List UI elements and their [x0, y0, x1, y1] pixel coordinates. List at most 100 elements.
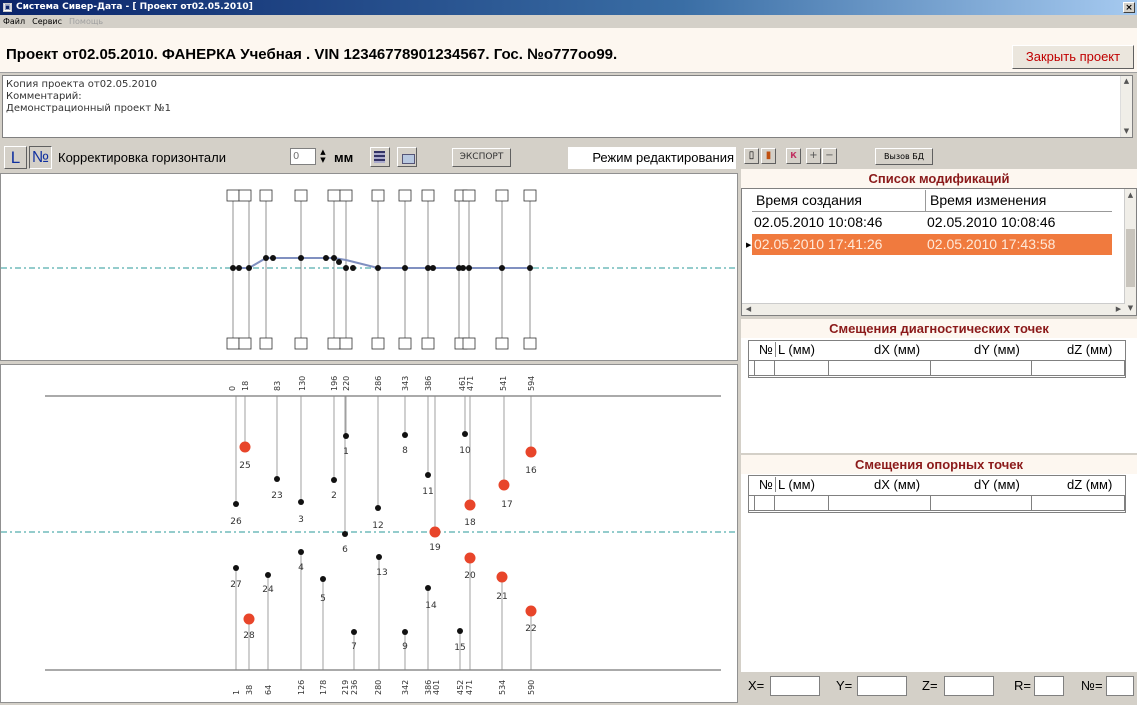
grid-cell[interactable] — [775, 495, 829, 511]
length-mode-button[interactable]: L — [4, 146, 27, 169]
side-point[interactable] — [246, 265, 252, 271]
scroll-up-icon[interactable]: ▲ — [1122, 77, 1131, 86]
diagnostic-point[interactable] — [375, 505, 381, 511]
diag-offsets-table[interactable]: № L (мм) dX (мм) dY (мм) dZ (мм) — [748, 340, 1126, 378]
side-point[interactable] — [336, 259, 342, 265]
new-doc-icon[interactable]: ▯ — [744, 148, 759, 164]
diagnostic-point[interactable] — [298, 499, 304, 505]
marker-box[interactable] — [339, 189, 353, 202]
modifications-hscroll[interactable]: ◀ ▶ — [742, 303, 1125, 315]
diagnostic-point[interactable] — [320, 576, 326, 582]
top-view-diagram[interactable]: 0 18 83 130 196 220 286 343 386 461 471 541 594 1 38 64… — [0, 364, 738, 703]
scroll-right-icon[interactable]: ▶ — [1114, 305, 1123, 314]
compare-icon[interactable]: К — [786, 148, 801, 164]
menu-help[interactable]: Помощь — [69, 17, 103, 26]
z-field[interactable] — [944, 676, 994, 696]
side-point[interactable] — [350, 265, 356, 271]
marker-box[interactable] — [421, 337, 435, 350]
marker-box[interactable] — [523, 189, 537, 202]
marker-box[interactable] — [226, 189, 240, 202]
diagnostic-point[interactable] — [265, 572, 271, 578]
side-point[interactable] — [527, 265, 533, 271]
diagnostic-point[interactable] — [376, 554, 382, 560]
side-point[interactable] — [499, 265, 505, 271]
side-point[interactable] — [298, 255, 304, 261]
scroll-left-icon[interactable]: ◀ — [744, 305, 753, 314]
top-view-canvas[interactable]: 0 18 83 130 196 220 286 343 386 461 471 541 5941 38 64… — [1, 365, 737, 702]
export-button[interactable]: ЭКСПОРТ — [452, 148, 511, 167]
grid-cell[interactable] — [931, 360, 1032, 376]
close-icon[interactable]: × — [1123, 2, 1135, 13]
side-point[interactable] — [331, 255, 337, 261]
side-point[interactable] — [263, 255, 269, 261]
close-project-button[interactable]: Закрыть проект — [1012, 45, 1134, 69]
modification-row-selected[interactable]: 02.05.2010 17:41:26 02.05.2010 17:43:58 — [752, 234, 1112, 255]
scroll-down-icon[interactable]: ▼ — [1122, 127, 1131, 136]
reference-point[interactable] — [496, 571, 508, 583]
side-point[interactable] — [402, 265, 408, 271]
grid-cell[interactable] — [775, 360, 829, 376]
menu-service[interactable]: Сервис — [32, 17, 62, 26]
side-view-canvas[interactable] — [1, 174, 737, 360]
reference-point[interactable] — [525, 446, 537, 458]
diagnostic-point[interactable] — [298, 549, 304, 555]
marker-box[interactable] — [523, 337, 537, 350]
side-point[interactable] — [323, 255, 329, 261]
grid-cell[interactable] — [829, 360, 931, 376]
marker-box[interactable] — [238, 189, 252, 202]
correction-input[interactable]: 0 — [290, 148, 316, 165]
project-comment-box[interactable]: Копия проекта от02.05.2010 Комментарий: … — [2, 75, 1133, 138]
reference-point[interactable] — [464, 552, 476, 564]
side-point[interactable] — [230, 265, 236, 271]
scroll-up-icon[interactable]: ▲ — [1126, 191, 1135, 200]
side-point[interactable] — [236, 265, 242, 271]
diagnostic-point[interactable] — [274, 476, 280, 482]
marker-box[interactable] — [339, 337, 353, 350]
grid-cell[interactable] — [1032, 495, 1125, 511]
grid-cell[interactable] — [1032, 360, 1125, 376]
diagnostic-point[interactable] — [342, 531, 348, 537]
diagnostic-point[interactable] — [233, 501, 239, 507]
modification-row[interactable]: 02.05.2010 10:08:46 02.05.2010 10:08:46 — [752, 212, 1112, 233]
marker-box[interactable] — [421, 189, 435, 202]
marker-box[interactable] — [398, 189, 412, 202]
marker-box[interactable] — [495, 189, 509, 202]
diagnostic-point[interactable] — [233, 565, 239, 571]
print-icon[interactable] — [397, 147, 417, 167]
marker-box[interactable] — [327, 189, 341, 202]
grid-cell[interactable] — [755, 495, 775, 511]
marker-box[interactable] — [462, 337, 476, 350]
scroll-thumb[interactable] — [1126, 229, 1135, 287]
diagnostic-point[interactable] — [425, 472, 431, 478]
side-point[interactable] — [270, 255, 276, 261]
side-point[interactable] — [460, 265, 466, 271]
copy-doc-icon[interactable]: ▮ — [761, 148, 776, 164]
diagnostic-point[interactable] — [425, 585, 431, 591]
side-point[interactable] — [375, 265, 381, 271]
add-button[interactable]: + — [806, 148, 821, 164]
reference-point[interactable] — [464, 499, 476, 511]
marker-box[interactable] — [259, 189, 273, 202]
side-point[interactable] — [343, 265, 349, 271]
marker-box[interactable] — [294, 337, 308, 350]
remove-button[interactable]: − — [822, 148, 837, 164]
marker-box[interactable] — [495, 337, 509, 350]
marker-box[interactable] — [398, 337, 412, 350]
number-field[interactable] — [1106, 676, 1134, 696]
grid-cell[interactable] — [755, 360, 775, 376]
x-field[interactable] — [770, 676, 820, 696]
menu-file[interactable]: Файл — [3, 17, 25, 26]
report-icon[interactable] — [370, 147, 390, 167]
y-field[interactable] — [857, 676, 907, 696]
diagnostic-point[interactable] — [462, 431, 468, 437]
diagnostic-point[interactable] — [457, 628, 463, 634]
reference-point[interactable] — [498, 479, 510, 491]
marker-box[interactable] — [371, 337, 385, 350]
reference-point[interactable] — [239, 441, 251, 453]
reference-point[interactable] — [243, 613, 255, 625]
marker-box[interactable] — [462, 189, 476, 202]
marker-box[interactable] — [238, 337, 252, 350]
side-view-diagram[interactable] — [0, 173, 738, 361]
grid-cell[interactable] — [931, 495, 1032, 511]
diagnostic-point[interactable] — [331, 477, 337, 483]
